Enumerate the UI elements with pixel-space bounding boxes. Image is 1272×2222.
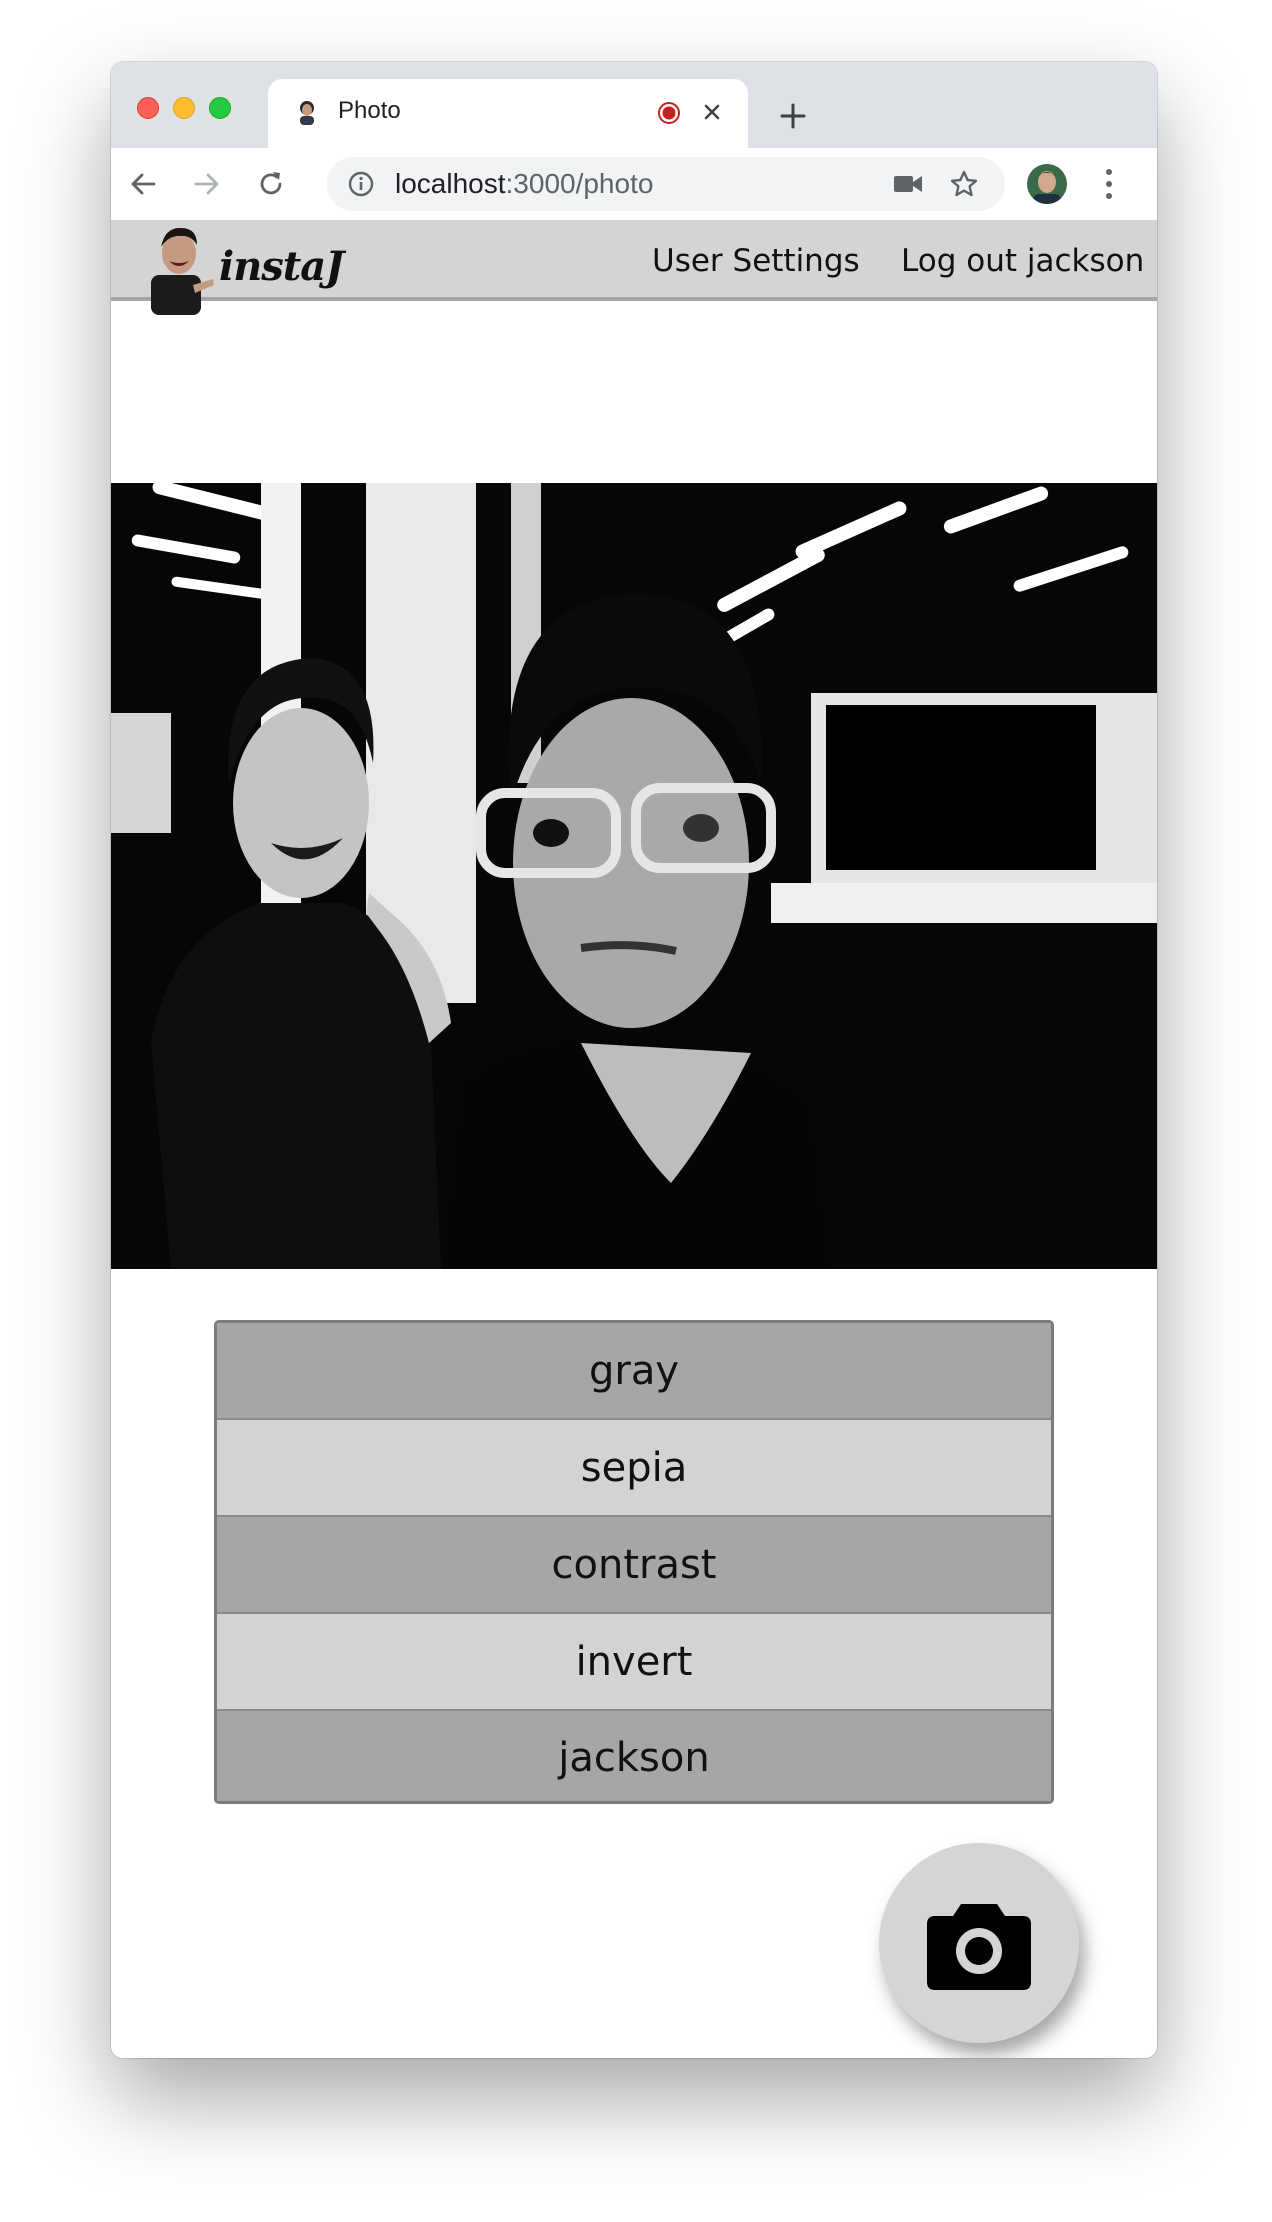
reload-icon[interactable] bbox=[255, 168, 287, 200]
close-window-button[interactable] bbox=[137, 97, 159, 119]
photo-image bbox=[111, 483, 1157, 1269]
minimize-window-button[interactable] bbox=[173, 97, 195, 119]
profile-avatar[interactable] bbox=[1027, 164, 1067, 204]
camera-icon[interactable] bbox=[893, 171, 923, 197]
logout-link[interactable]: Log out jackson bbox=[901, 243, 1144, 279]
arrow-right-icon[interactable] bbox=[191, 168, 223, 200]
browser-toolbar: localhost:3000/photo bbox=[111, 148, 1157, 221]
capture-photo-button[interactable] bbox=[879, 1843, 1079, 2043]
star-icon[interactable] bbox=[949, 169, 979, 199]
info-icon[interactable] bbox=[347, 170, 375, 198]
filter-sepia-button[interactable]: sepia bbox=[217, 1420, 1051, 1517]
maximize-window-button[interactable] bbox=[209, 97, 231, 119]
logo-text[interactable]: instaJ bbox=[219, 243, 344, 290]
favicon-icon bbox=[300, 101, 314, 125]
user-settings-link[interactable]: User Settings bbox=[652, 243, 860, 279]
tab-strip: Photo bbox=[111, 62, 1157, 148]
logo-image[interactable] bbox=[151, 223, 217, 315]
filter-contrast-button[interactable]: contrast bbox=[217, 1517, 1051, 1614]
address-bar[interactable]: localhost:3000/photo bbox=[327, 157, 1005, 211]
close-icon[interactable] bbox=[699, 99, 725, 125]
recording-dot-icon bbox=[658, 102, 680, 124]
browser-tab-photo[interactable]: Photo bbox=[268, 79, 748, 148]
filter-invert-button[interactable]: invert bbox=[217, 1614, 1051, 1711]
plus-icon[interactable] bbox=[778, 101, 808, 131]
app-header: instaJ User Settings Log out jackson bbox=[111, 221, 1157, 315]
filter-gray-button[interactable]: gray bbox=[217, 1323, 1051, 1420]
app-page: instaJ User Settings Log out jackson gra… bbox=[111, 221, 1157, 2058]
kebab-menu-icon[interactable] bbox=[1103, 166, 1115, 202]
filter-jackson-button[interactable]: jackson bbox=[217, 1711, 1051, 1801]
browser-window: Photo localhost:3000/photo instaJ User S… bbox=[111, 62, 1157, 2058]
url-text: localhost:3000/photo bbox=[395, 168, 654, 199]
filter-list: gray sepia contrast invert jackson bbox=[214, 1320, 1054, 1804]
avatar-icon bbox=[1027, 164, 1067, 204]
filtered-photo bbox=[111, 483, 1157, 1269]
tab-title: Photo bbox=[338, 97, 401, 124]
arrow-left-icon[interactable] bbox=[127, 168, 159, 200]
camera-icon bbox=[927, 1904, 1031, 1990]
